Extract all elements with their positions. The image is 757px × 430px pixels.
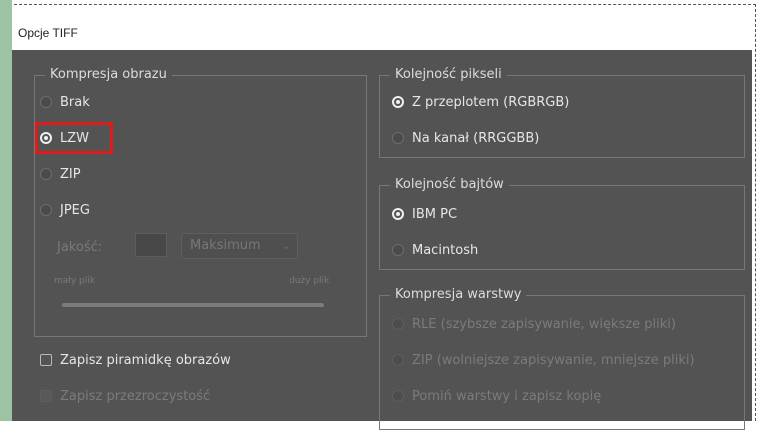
radio-selected-icon bbox=[40, 132, 52, 144]
byte-order-title: Kolejność bajtów bbox=[390, 177, 509, 193]
pixel-order-title: Kolejność pikseli bbox=[390, 67, 507, 83]
accent-strip bbox=[0, 0, 12, 421]
save-pyramid-checkbox[interactable]: Zapisz piramidkę obrazów bbox=[40, 350, 231, 370]
chevron-down-icon: ⌄ bbox=[281, 239, 291, 252]
quality-slider[interactable] bbox=[62, 303, 324, 307]
dialog-title-bar: Opcje TIFF bbox=[12, 18, 752, 50]
compression-jpeg-label: JPEG bbox=[60, 202, 90, 218]
save-transparency-label: Zapisz przezroczystość bbox=[60, 388, 211, 404]
compression-zip-radio[interactable]: ZIP bbox=[40, 164, 81, 184]
layer-compression-discard-radio[interactable]: Pomiń warstwy i zapisz kopię bbox=[392, 386, 601, 406]
quality-select[interactable]: Maksimum ⌄ bbox=[181, 233, 298, 259]
radio-icon bbox=[392, 390, 404, 402]
compression-jpeg-radio[interactable]: JPEG bbox=[40, 200, 90, 220]
pixel-order-per-channel-radio[interactable]: Na kanał (RRGGBB) bbox=[392, 128, 539, 148]
compression-lzw-radio[interactable]: LZW bbox=[40, 128, 89, 148]
radio-selected-icon bbox=[392, 208, 404, 220]
radio-icon bbox=[40, 168, 52, 180]
layer-compression-zip-radio[interactable]: ZIP (wolniejsze zapisywanie, mniejsze pl… bbox=[392, 350, 695, 370]
radio-icon bbox=[392, 318, 404, 330]
layer-compression-title: Kompresja warstwy bbox=[390, 287, 527, 303]
byte-order-ibm-radio[interactable]: IBM PC bbox=[392, 204, 457, 224]
layer-compression-discard-label: Pomiń warstwy i zapisz kopię bbox=[412, 388, 602, 404]
compression-none-label: Brak bbox=[60, 94, 90, 110]
checkbox-icon bbox=[40, 354, 52, 366]
checkbox-icon bbox=[40, 390, 52, 402]
selection-border-top bbox=[14, 4, 756, 5]
radio-icon bbox=[392, 244, 404, 256]
pixel-order-interleaved-label: Z przeplotem (RGBRGB) bbox=[412, 94, 570, 110]
large-file-label: duży plik bbox=[289, 276, 330, 286]
byte-order-mac-radio[interactable]: Macintosh bbox=[392, 240, 478, 260]
byte-order-mac-label: Macintosh bbox=[412, 242, 479, 258]
radio-icon bbox=[392, 354, 404, 366]
byte-order-ibm-label: IBM PC bbox=[412, 206, 458, 222]
save-transparency-checkbox[interactable]: Zapisz przezroczystość bbox=[40, 386, 210, 406]
layer-compression-rle-label: RLE (szybsze zapisywanie, większe pliki) bbox=[412, 316, 676, 332]
radio-icon bbox=[392, 132, 404, 144]
radio-icon bbox=[40, 204, 52, 216]
pixel-order-per-channel-label: Na kanał (RRGGBB) bbox=[412, 130, 540, 146]
selection-border-right bbox=[755, 4, 756, 421]
radio-icon bbox=[40, 96, 52, 108]
layer-compression-rle-radio[interactable]: RLE (szybsze zapisywanie, większe pliki) bbox=[392, 314, 676, 334]
pixel-order-interleaved-radio[interactable]: Z przeplotem (RGBRGB) bbox=[392, 92, 569, 112]
compression-lzw-label: LZW bbox=[60, 130, 90, 146]
save-pyramid-label: Zapisz piramidkę obrazów bbox=[60, 352, 231, 368]
quality-value-field[interactable] bbox=[135, 233, 167, 257]
layer-compression-zip-label: ZIP (wolniejsze zapisywanie, mniejsze pl… bbox=[412, 352, 695, 368]
compression-none-radio[interactable]: Brak bbox=[40, 92, 90, 112]
radio-selected-icon bbox=[392, 96, 404, 108]
compression-zip-label: ZIP bbox=[60, 166, 81, 182]
tiff-options-dialog: Kompresja obrazu Brak LZW ZIP JPEG Jakoś… bbox=[12, 50, 752, 430]
image-compression-title: Kompresja obrazu bbox=[45, 67, 172, 83]
small-file-label: mały plik bbox=[54, 276, 95, 286]
dialog-title: Opcje TIFF bbox=[18, 26, 78, 40]
quality-label: Jakość: bbox=[57, 240, 103, 255]
quality-select-value: Maksimum bbox=[190, 238, 261, 253]
